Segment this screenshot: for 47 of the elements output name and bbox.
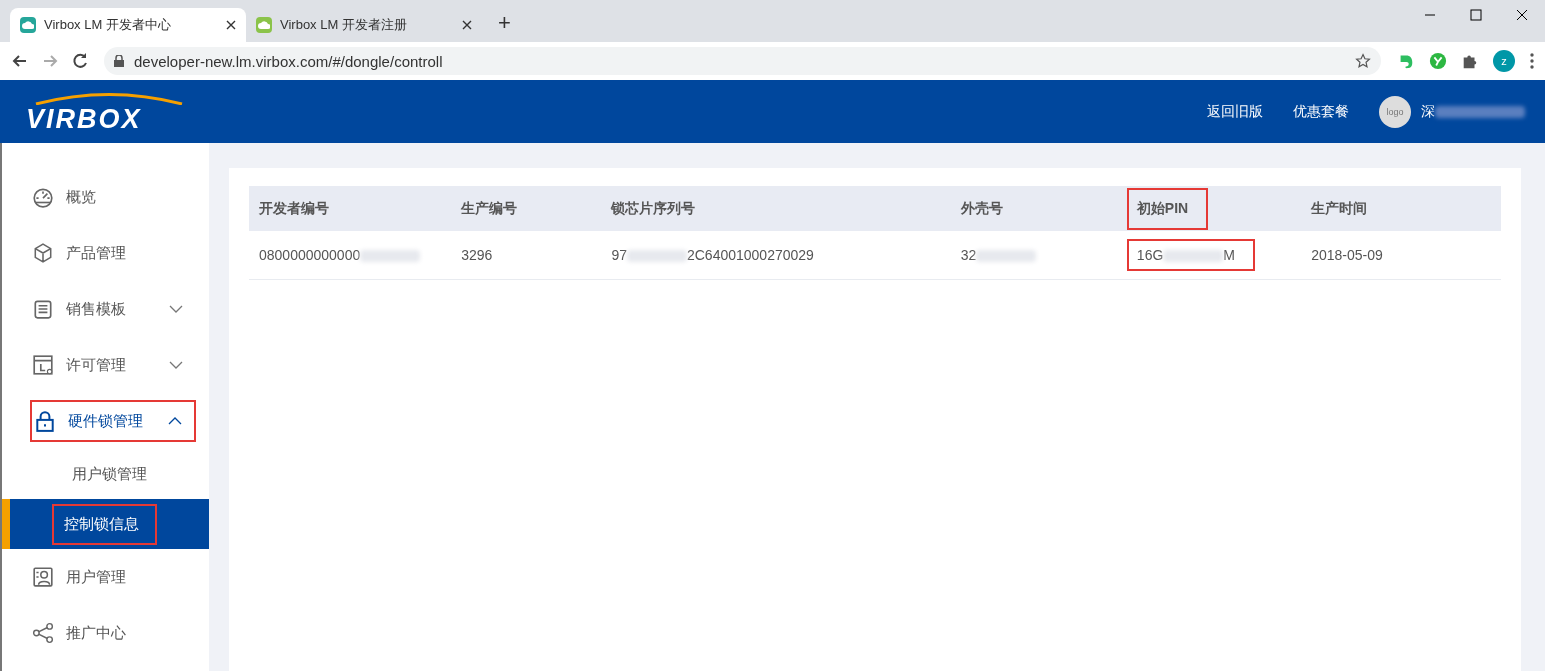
list-icon <box>32 298 54 320</box>
extension-icon[interactable] <box>1429 52 1447 70</box>
column-header: 外壳号 <box>960 199 1003 216</box>
table-cell: 97 2C64001000270029 <box>611 247 814 263</box>
sidebar-subitem[interactable]: 用户锁管理 <box>2 449 209 499</box>
reload-icon[interactable] <box>70 51 90 71</box>
table-cell: 0800000000000 <box>259 247 421 263</box>
column-header: 锁芯片序列号 <box>611 199 696 216</box>
star-icon[interactable] <box>1355 53 1371 69</box>
close-icon[interactable] <box>462 20 472 30</box>
column-header: 生产时间 <box>1311 199 1368 216</box>
lock-icon <box>114 55 124 67</box>
table-cell: 3296 <box>461 247 493 263</box>
sidebar-subitem[interactable]: 控制锁信息 <box>2 499 209 549</box>
close-icon[interactable] <box>226 20 236 30</box>
cube-icon <box>32 242 54 264</box>
lock-icon <box>34 410 56 432</box>
header-link[interactable]: 优惠套餐 <box>1293 102 1349 121</box>
profile-avatar[interactable]: z <box>1493 50 1515 72</box>
column-header: 初始PIN <box>1126 187 1209 230</box>
avatar[interactable]: logo <box>1379 95 1411 128</box>
sidebar-item[interactable]: 概览 <box>2 169 197 225</box>
sidebar-item[interactable]: 用户管理 <box>2 549 197 605</box>
logo: VIRBOX <box>26 90 184 133</box>
sidebar-item[interactable]: 产品管理 <box>2 225 197 281</box>
browser-tab[interactable]: Virbox LM 开发者注册 <box>246 8 482 42</box>
sidebar-item[interactable]: 销售模板 <box>2 281 197 337</box>
column-header: 生产编号 <box>461 199 518 216</box>
browser-tab[interactable]: Virbox LM 开发者中心 <box>10 8 246 42</box>
sidebar-item[interactable]: 许可管理 <box>2 337 197 393</box>
chevron-down-icon <box>169 304 183 314</box>
share-icon <box>32 622 54 644</box>
sidebar-item[interactable]: 推广中心 <box>2 605 197 661</box>
table-cell: 2018-05-09 <box>1311 247 1383 263</box>
address-bar[interactable]: developer-new.lm.virbox.com/#/dongle/controll <box>104 47 1381 75</box>
table-cell: 32 <box>960 247 1037 263</box>
new-tab-button[interactable]: + <box>498 10 511 36</box>
header-link[interactable]: 返回旧版 <box>1207 102 1263 121</box>
menu-icon[interactable] <box>1529 52 1535 70</box>
license-icon <box>32 354 54 376</box>
column-header: 开发者编号 <box>259 199 329 216</box>
table-cell: 16G M <box>1136 247 1235 263</box>
sidebar-item[interactable]: 硬件锁管理 <box>30 400 196 442</box>
chevron-down-icon <box>169 360 183 370</box>
user-icon <box>32 566 54 588</box>
gauge-icon <box>32 186 54 208</box>
chevron-up-icon <box>168 416 182 426</box>
